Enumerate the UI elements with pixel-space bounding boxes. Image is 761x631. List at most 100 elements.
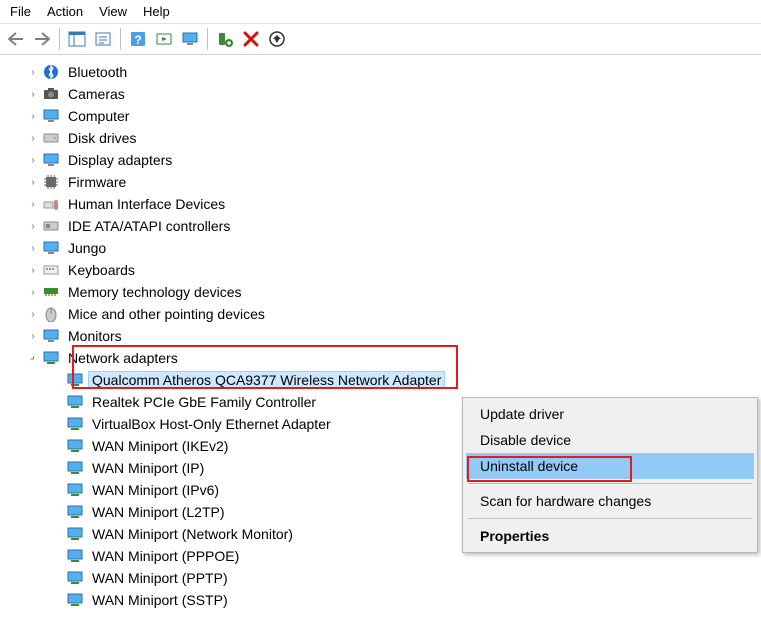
toolbar-separator [59, 28, 60, 50]
tree-item-firmware[interactable]: › Firmware [8, 171, 761, 193]
expander-icon[interactable]: › [26, 307, 40, 321]
tree-label: Realtek PCIe GbE Family Controller [88, 393, 320, 411]
toolbar-separator [120, 28, 121, 50]
update-button[interactable] [265, 27, 289, 51]
expander-icon[interactable]: › [26, 329, 40, 343]
tree-item-display-adapters[interactable]: › Display adapters [8, 149, 761, 171]
menu-help[interactable]: Help [137, 2, 180, 21]
network-adapter-icon [66, 591, 84, 609]
expander-icon[interactable]: › [26, 263, 40, 277]
expander-icon[interactable]: › [26, 109, 40, 123]
ctx-scan-hardware[interactable]: Scan for hardware changes [466, 488, 754, 514]
disk-icon [42, 129, 60, 147]
menu-file[interactable]: File [4, 2, 41, 21]
expander-icon[interactable]: › [26, 285, 40, 299]
monitor-icon [42, 327, 60, 345]
tree-label: VirtualBox Host-Only Ethernet Adapter [88, 415, 335, 433]
tree-item-computer[interactable]: › Computer [8, 105, 761, 127]
network-adapter-icon [66, 569, 84, 587]
tree-label: WAN Miniport (Network Monitor) [88, 525, 297, 543]
network-adapter-icon [66, 371, 84, 389]
expander-icon[interactable]: › [26, 131, 40, 145]
network-adapter-icon [66, 525, 84, 543]
menu-bar: File Action View Help [0, 0, 761, 24]
help-button[interactable]: ? [126, 27, 150, 51]
network-adapter-icon [66, 503, 84, 521]
tree-item-mice[interactable]: › Mice and other pointing devices [8, 303, 761, 325]
firmware-icon [42, 173, 60, 191]
expander-icon[interactable]: › [26, 65, 40, 79]
tree-label: Firmware [64, 173, 130, 191]
tree-item-cameras[interactable]: › Cameras [8, 83, 761, 105]
network-icon [42, 349, 60, 367]
expander-icon[interactable]: › [23, 348, 43, 368]
tree-label: IDE ATA/ATAPI controllers [64, 217, 234, 235]
jungo-icon [42, 239, 60, 257]
ctx-separator [468, 483, 752, 484]
tree-item-jungo[interactable]: › Jungo [8, 237, 761, 259]
tree-item-bluetooth[interactable]: › Bluetooth [8, 61, 761, 83]
ctx-update-driver[interactable]: Update driver [466, 401, 754, 427]
tree-label: Bluetooth [64, 63, 131, 81]
context-menu: Update driver Disable device Uninstall d… [462, 397, 758, 553]
tree-label: Memory technology devices [64, 283, 246, 301]
network-adapter-icon [66, 415, 84, 433]
tree-label: Disk drives [64, 129, 140, 147]
menu-view[interactable]: View [93, 2, 137, 21]
tree-item-wan-sstp[interactable]: WAN Miniport (SSTP) [8, 589, 761, 611]
menu-action[interactable]: Action [41, 2, 93, 21]
properties-button[interactable] [91, 27, 115, 51]
mouse-icon [42, 305, 60, 323]
tree-item-ide[interactable]: › IDE ATA/ATAPI controllers [8, 215, 761, 237]
expander-icon[interactable]: › [26, 153, 40, 167]
tree-label: Jungo [64, 239, 110, 257]
tree-label: Cameras [64, 85, 129, 103]
tree-item-qca9377[interactable]: Qualcomm Atheros QCA9377 Wireless Networ… [8, 369, 761, 391]
forward-button[interactable] [30, 27, 54, 51]
tree-label: WAN Miniport (SSTP) [88, 591, 232, 609]
tree-label: Display adapters [64, 151, 176, 169]
tree-label: Network adapters [64, 349, 182, 367]
tree-item-monitors[interactable]: › Monitors [8, 325, 761, 347]
toolbar-separator [207, 28, 208, 50]
expander-icon[interactable]: › [26, 241, 40, 255]
toolbar: ? [0, 24, 761, 55]
tree-item-disk-drives[interactable]: › Disk drives [8, 127, 761, 149]
camera-icon [42, 85, 60, 103]
bluetooth-icon [42, 63, 60, 81]
tree-item-wan-pptp[interactable]: WAN Miniport (PPTP) [8, 567, 761, 589]
show-hide-tree-button[interactable] [65, 27, 89, 51]
tree-label: WAN Miniport (PPPOE) [88, 547, 243, 565]
tree-label: WAN Miniport (IP) [88, 459, 208, 477]
expander-icon[interactable]: › [26, 87, 40, 101]
tree-item-network-adapters[interactable]: › Network adapters [8, 347, 761, 369]
tree-item-hid[interactable]: › Human Interface Devices [8, 193, 761, 215]
expander-icon[interactable]: › [26, 175, 40, 189]
tree-label: Qualcomm Atheros QCA9377 Wireless Networ… [88, 371, 445, 389]
tree-label: Monitors [64, 327, 126, 345]
network-adapter-icon [66, 547, 84, 565]
scan-button[interactable] [152, 27, 176, 51]
tree-item-keyboards[interactable]: › Keyboards [8, 259, 761, 281]
add-device-button[interactable] [213, 27, 237, 51]
ctx-separator [468, 518, 752, 519]
expander-icon[interactable]: › [26, 197, 40, 211]
tree-label: WAN Miniport (L2TP) [88, 503, 229, 521]
back-button[interactable] [4, 27, 28, 51]
svg-text:?: ? [134, 33, 141, 47]
remove-device-button[interactable] [239, 27, 263, 51]
network-adapter-icon [66, 459, 84, 477]
display-icon [42, 151, 60, 169]
computer-button[interactable] [178, 27, 202, 51]
memory-icon [42, 283, 60, 301]
network-adapter-icon [66, 437, 84, 455]
ctx-disable-device[interactable]: Disable device [466, 427, 754, 453]
tree-item-memtech[interactable]: › Memory technology devices [8, 281, 761, 303]
tree-label: Computer [64, 107, 133, 125]
expander-icon[interactable]: › [26, 219, 40, 233]
network-adapter-icon [66, 393, 84, 411]
ctx-uninstall-device[interactable]: Uninstall device [466, 453, 754, 479]
ctx-properties[interactable]: Properties [466, 523, 754, 549]
keyboard-icon [42, 261, 60, 279]
ide-icon [42, 217, 60, 235]
